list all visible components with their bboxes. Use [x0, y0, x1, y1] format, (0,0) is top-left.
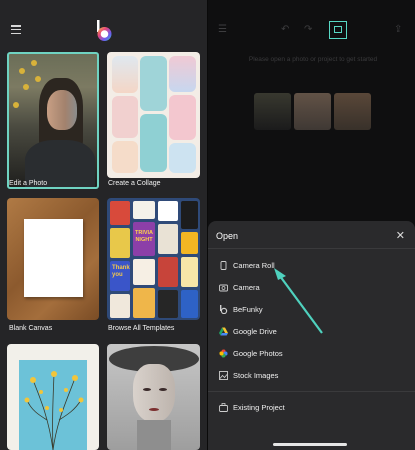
flower-art — [24, 371, 84, 450]
edit-photo-card[interactable] — [7, 52, 99, 189]
editor-panel: ☰ ↶ ↷ ⇪ Please open a photo or project t… — [208, 0, 415, 450]
create-collage-label: Create a Collage — [108, 180, 161, 187]
blank-canvas-label: Blank Canvas — [9, 325, 53, 332]
blank-canvas-card[interactable] — [7, 198, 99, 320]
thank-text: Thank — [112, 265, 130, 271]
befunky-logo — [97, 20, 112, 41]
hamburger-menu-icon[interactable] — [11, 25, 21, 35]
night-text: NIGHT — [135, 237, 153, 243]
you-text: you — [112, 272, 123, 278]
annotation-arrow — [274, 268, 323, 334]
edit-photo-label: Edit a Photo — [9, 180, 48, 187]
template-panel: Edit a Photo Create a Collage Blank Canv… — [0, 0, 207, 450]
app-screen: Edit a Photo Create a Collage Blank Canv… — [0, 0, 415, 450]
template-card-flowers[interactable] — [7, 344, 99, 450]
browse-templates-card[interactable]: TRIVIA NIGHT Thank you — [107, 198, 200, 320]
create-collage-card[interactable] — [107, 52, 200, 178]
template-card-portrait[interactable] — [107, 344, 200, 450]
blank-paper — [24, 219, 83, 297]
trivia-text: TRIVIA — [134, 230, 154, 236]
browse-templates-label: Browse All Templates — [108, 325, 175, 332]
